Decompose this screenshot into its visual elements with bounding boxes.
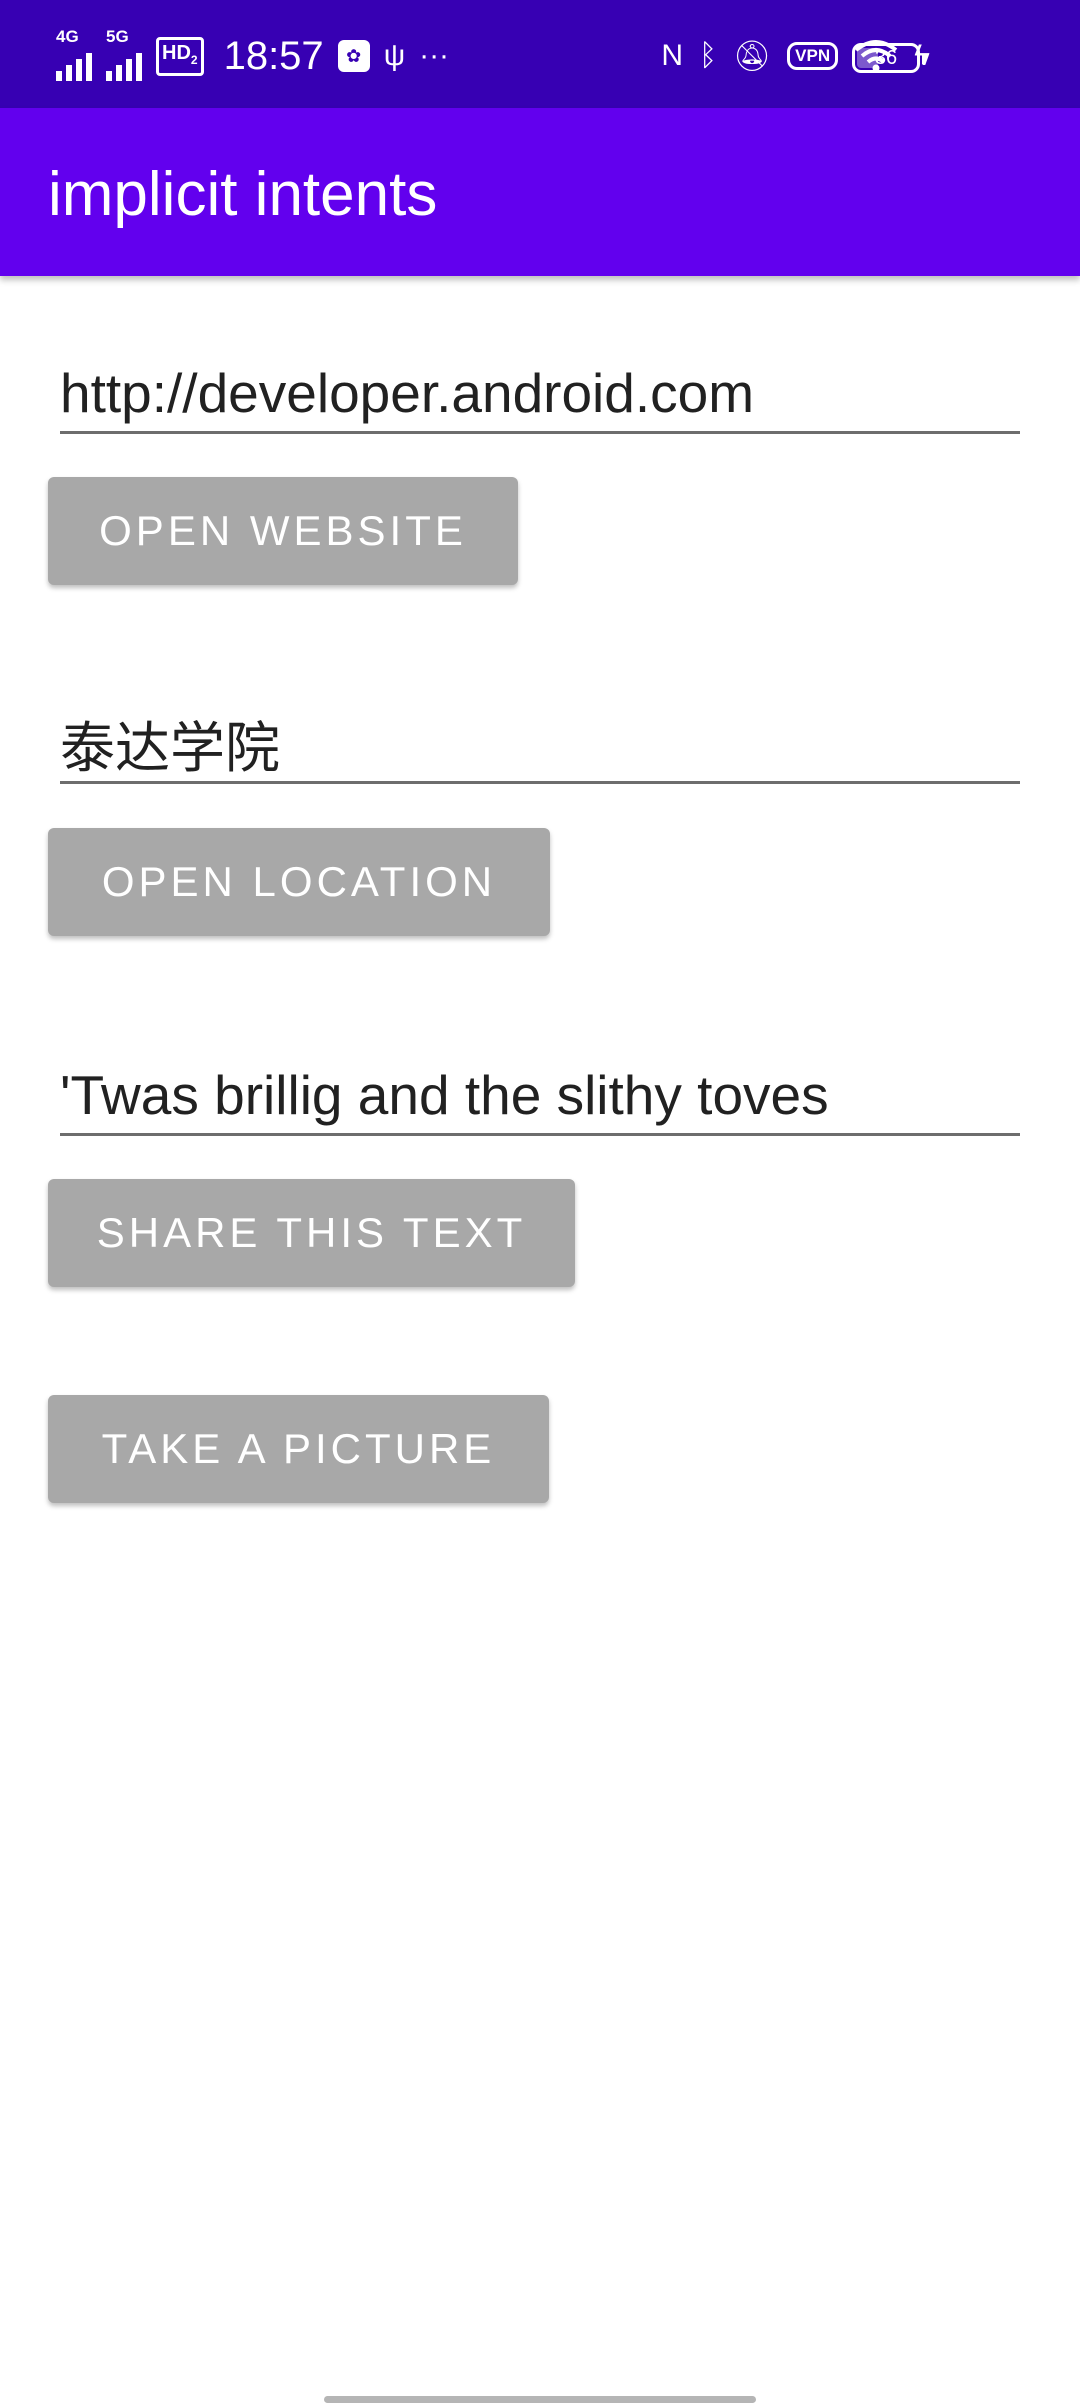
share-text-button[interactable]: SHARE THIS TEXT xyxy=(48,1179,575,1287)
website-url-input[interactable] xyxy=(60,354,1020,434)
status-time: 18:57 xyxy=(223,33,324,78)
mute-icon: 🔕︎ xyxy=(733,39,772,73)
status-bar-left: 4G 5G HD2 18:57 ✿ ψ ··· xyxy=(56,27,450,84)
take-picture-button[interactable]: TAKE A PICTURE xyxy=(48,1395,549,1503)
battery-icon: 36 xyxy=(852,43,926,73)
app-notification-icon: ✿ xyxy=(337,40,370,72)
battery-level: 36 xyxy=(874,47,898,69)
open-website-button[interactable]: OPEN WEBSITE xyxy=(48,477,518,585)
bluetooth-icon: ᛒ xyxy=(699,39,718,72)
nfc-icon: Ν xyxy=(661,39,684,72)
signal-4g-label: 4G xyxy=(56,27,79,46)
signal-4g-icon: 4G xyxy=(56,27,92,81)
more-icon: ··· xyxy=(419,39,450,72)
battery-nub xyxy=(922,54,926,64)
open-location-button[interactable]: OPEN LOCATION xyxy=(48,828,550,936)
share-text-input[interactable] xyxy=(60,1056,1020,1136)
vpn-icon: VPN xyxy=(787,42,839,70)
hd-label: HD xyxy=(162,41,191,64)
usb-icon: ψ xyxy=(383,39,406,72)
app-bar: implicit intents xyxy=(0,108,1080,276)
gesture-nav-bar[interactable] xyxy=(324,2396,756,2403)
hd-voice-icon: HD2 xyxy=(156,36,204,76)
location-input[interactable] xyxy=(60,704,1020,784)
signal-5g-label: 5G xyxy=(106,27,129,46)
app-title: implicit intents xyxy=(48,160,438,229)
hd-sub-label: 2 xyxy=(190,52,198,67)
signal-5g-icon: 5G xyxy=(106,27,142,81)
status-bar: 4G 5G HD2 18:57 ✿ ψ ··· Ν ᛒ 🔕︎ VPN ϟ 36 xyxy=(0,0,1080,108)
